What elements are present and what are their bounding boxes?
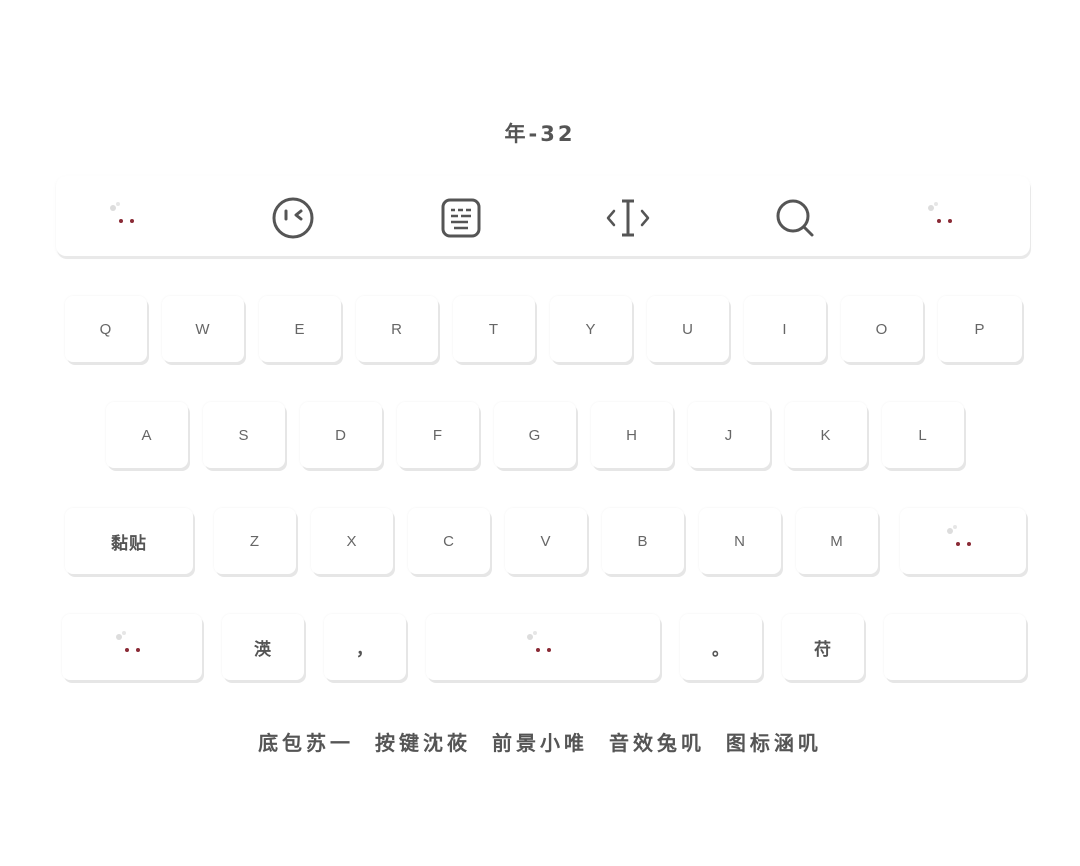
- paste-key[interactable]: 黏贴: [65, 508, 193, 574]
- key-g[interactable]: G: [494, 402, 576, 468]
- search-icon: [776, 199, 814, 237]
- key-u[interactable]: U: [647, 296, 729, 362]
- mascot-icon: [521, 630, 565, 664]
- key-v[interactable]: V: [505, 508, 587, 574]
- mascot-icon: [110, 630, 154, 664]
- keyboard-icon: [441, 198, 481, 238]
- mascot-button-right[interactable]: [914, 188, 974, 248]
- emoji-button[interactable]: [263, 188, 323, 248]
- key-k[interactable]: K: [785, 402, 867, 468]
- key-w[interactable]: W: [162, 296, 244, 362]
- key-t[interactable]: T: [453, 296, 535, 362]
- key-z[interactable]: Z: [214, 508, 296, 574]
- key-j[interactable]: J: [688, 402, 770, 468]
- key-a[interactable]: A: [106, 402, 188, 468]
- comma-key[interactable]: ，: [324, 614, 406, 680]
- text-cursor-icon: [606, 199, 650, 237]
- backspace-key[interactable]: [900, 508, 1026, 574]
- key-m[interactable]: M: [796, 508, 878, 574]
- key-x[interactable]: X: [311, 508, 393, 574]
- language-switch-key[interactable]: 渶: [222, 614, 304, 680]
- candidate-toolbar: [56, 176, 1030, 256]
- credits-footer: 底包苏一 按键沈莜 前景小唯 音效兔叽 图标涵叽: [258, 731, 822, 755]
- enter-key[interactable]: [884, 614, 1026, 680]
- mascot-icon: [922, 201, 966, 235]
- key-h[interactable]: H: [591, 402, 673, 468]
- key-b[interactable]: B: [602, 508, 684, 574]
- key-r[interactable]: R: [356, 296, 438, 362]
- key-l[interactable]: L: [882, 402, 964, 468]
- key-o[interactable]: O: [841, 296, 923, 362]
- cursor-button[interactable]: [598, 188, 658, 248]
- page-title: 年-32: [504, 122, 576, 146]
- key-d[interactable]: D: [300, 402, 382, 468]
- key-f[interactable]: F: [397, 402, 479, 468]
- key-s[interactable]: S: [203, 402, 285, 468]
- key-e[interactable]: E: [259, 296, 341, 362]
- mascot-icon: [941, 524, 985, 558]
- mascot-icon: [104, 201, 148, 235]
- key-y[interactable]: Y: [550, 296, 632, 362]
- key-q[interactable]: Q: [65, 296, 147, 362]
- search-button[interactable]: [765, 188, 825, 248]
- space-key[interactable]: [426, 614, 660, 680]
- symbol-key[interactable]: 苻: [782, 614, 864, 680]
- keyboard-button[interactable]: [431, 188, 491, 248]
- period-key[interactable]: 。: [680, 614, 762, 680]
- emoji-face-icon: [272, 197, 314, 239]
- mascot-button[interactable]: [96, 188, 156, 248]
- key-i[interactable]: I: [744, 296, 826, 362]
- key-p[interactable]: P: [938, 296, 1022, 362]
- symbol-switch-key[interactable]: [62, 614, 202, 680]
- key-c[interactable]: C: [408, 508, 490, 574]
- key-n[interactable]: N: [699, 508, 781, 574]
